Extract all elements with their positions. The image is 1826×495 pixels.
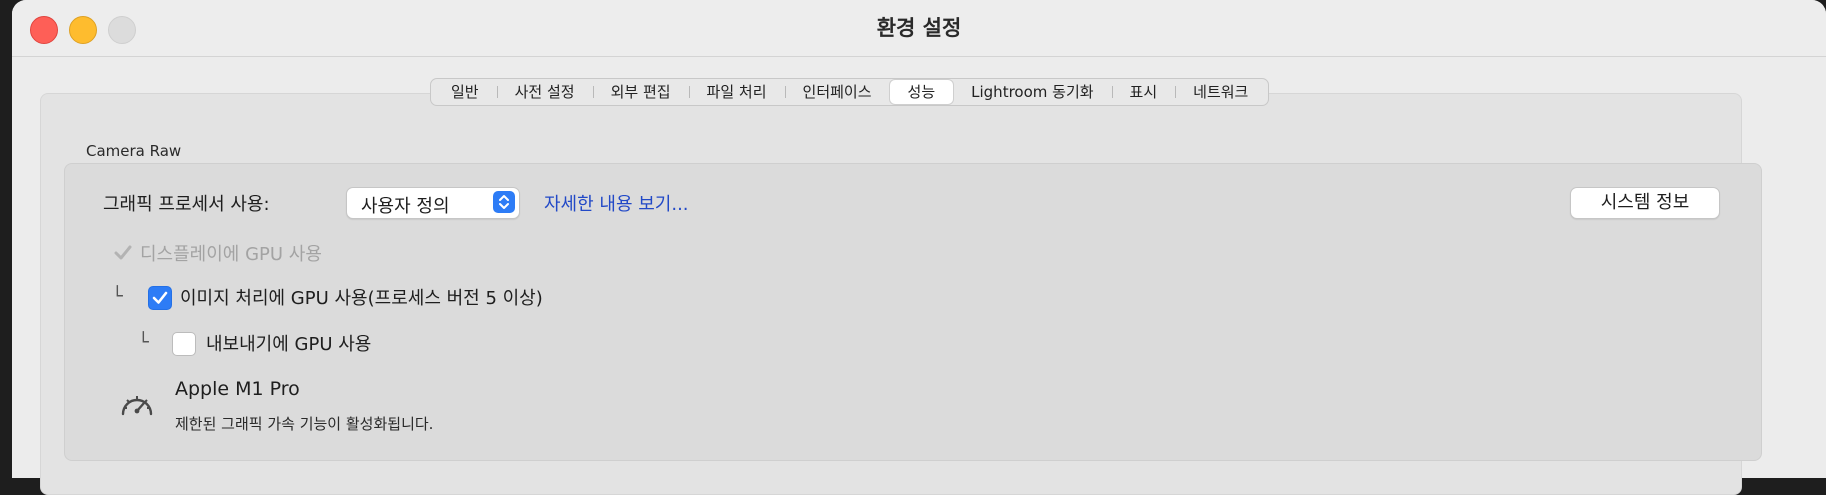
gpu-status-text: 제한된 그래픽 가속 기능이 활성화됩니다. [175,415,434,433]
tab-file-handling[interactable]: 파일 처리 [688,80,785,104]
camera-raw-group-label: Camera Raw [86,142,182,160]
gpu-mode-select[interactable]: 사용자 정의 [346,187,520,219]
display-gpu-checkbox [112,242,134,264]
gpu-usage-label: 그래픽 프로세서 사용: [103,194,270,215]
checkmark-icon [114,245,132,260]
learn-more-link[interactable]: 자세한 내용 보기... [544,190,689,216]
display-gpu-label: 디스플레이에 GPU 사용 [140,244,322,265]
tab-general[interactable]: 일반 [433,80,497,104]
gpu-name: Apple M1 Pro [175,378,300,400]
checkmark-icon [152,291,168,304]
tab-lightroom-sync[interactable]: Lightroom 동기화 [953,80,1111,104]
system-info-button[interactable]: 시스템 정보 [1570,187,1720,219]
tree-branch-icon: └ [112,286,123,307]
gpu-mode-select-value: 사용자 정의 [361,196,450,217]
image-processing-gpu-checkbox[interactable] [148,286,172,310]
export-gpu-label: 내보내기에 GPU 사용 [206,334,372,355]
title-bar[interactable]: 환경 설정 [12,0,1826,57]
tab-network[interactable]: 네트워크 [1175,80,1266,104]
image-processing-gpu-label: 이미지 처리에 GPU 사용(프로세스 버전 5 이상) [180,288,543,309]
tab-display[interactable]: 표시 [1111,80,1176,104]
tree-branch-icon: └ [138,332,149,353]
updown-chevron-icon [493,191,515,213]
export-gpu-checkbox[interactable] [172,332,196,356]
preferences-tabs: 일반 사전 설정 외부 편집 파일 처리 인터페이스 성능 Lightroom … [430,78,1270,106]
window-title: 환경 설정 [876,16,962,40]
tab-presets[interactable]: 사전 설정 [496,80,593,104]
tab-performance[interactable]: 성능 [889,80,954,104]
speedometer-icon [119,390,155,422]
tab-interface[interactable]: 인터페이스 [784,80,890,104]
tab-external-editing[interactable]: 외부 편집 [592,80,689,104]
